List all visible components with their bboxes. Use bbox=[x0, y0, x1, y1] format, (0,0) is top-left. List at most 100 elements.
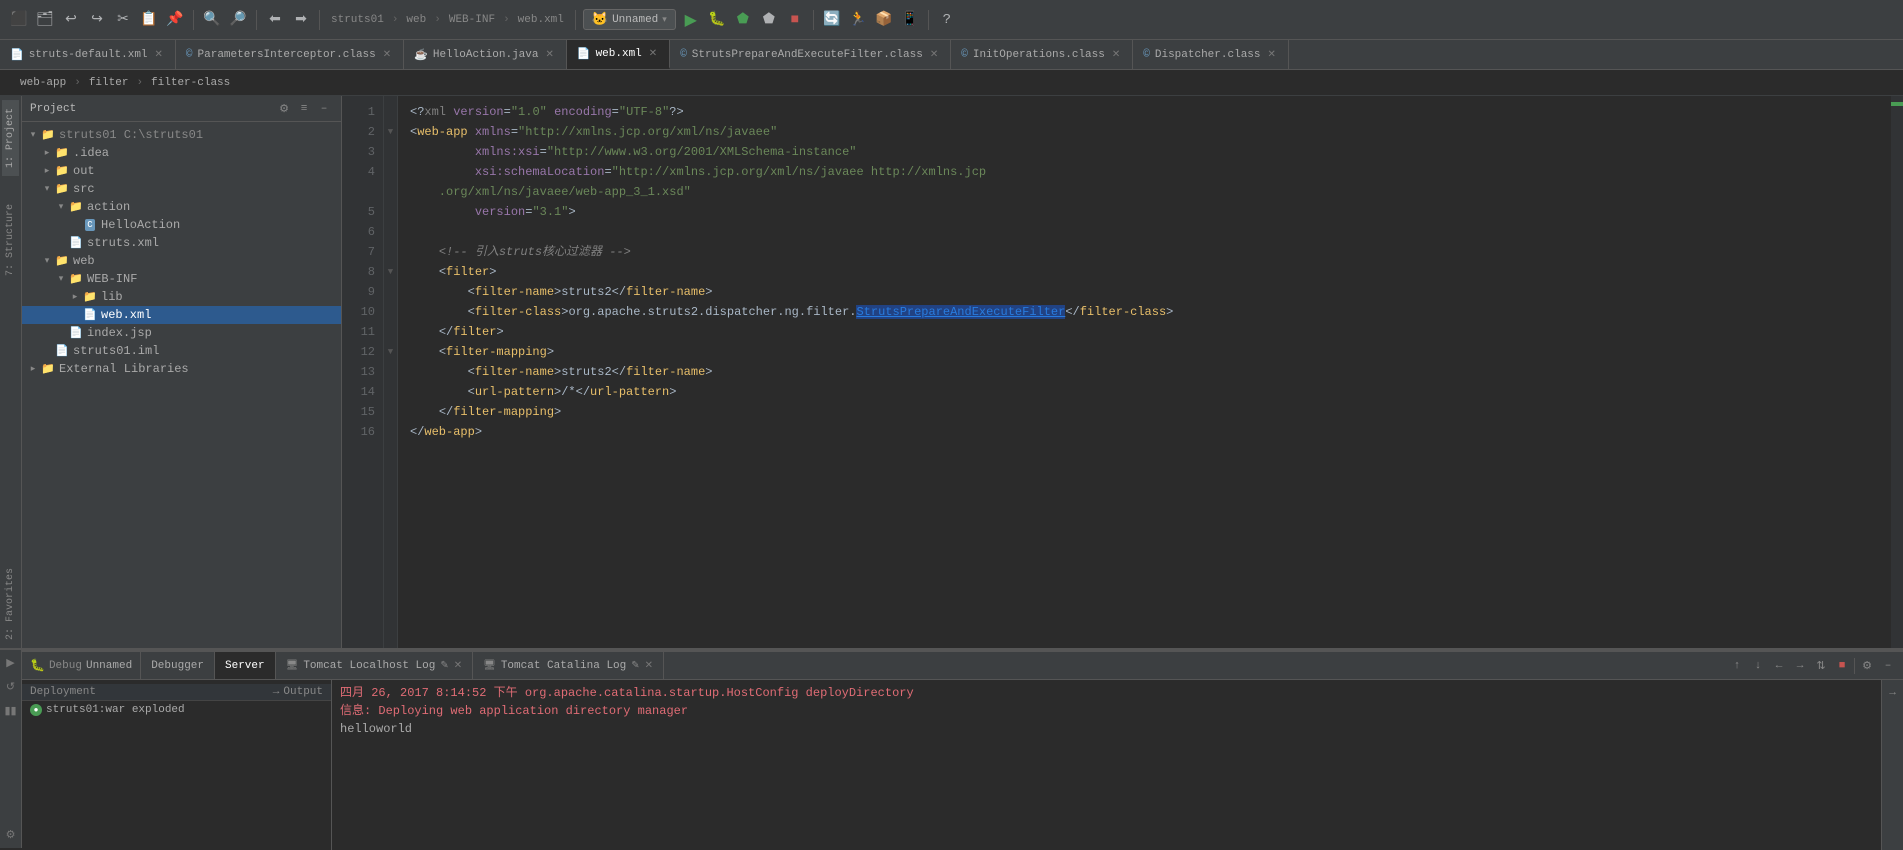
toolbar-icon-4[interactable]: ↪ bbox=[86, 9, 108, 31]
fold-2[interactable]: ▼ bbox=[384, 122, 397, 142]
breadcrumb-webinf[interactable]: WEB-INF bbox=[445, 14, 499, 26]
tab-server[interactable]: Server bbox=[215, 652, 276, 679]
panel-settings-icon[interactable]: ⚙ bbox=[275, 100, 293, 118]
file-tab-4[interactable]: ©StrutsPrepareAndExecuteFilter.class✕ bbox=[670, 40, 951, 69]
up-end-close: > bbox=[669, 385, 676, 399]
stop-bottom-btn[interactable]: ■ bbox=[1833, 657, 1851, 675]
panel-expand-icon[interactable]: ≡ bbox=[295, 100, 313, 118]
tree-item-6[interactable]: 📄struts.xml bbox=[22, 234, 341, 252]
tree-item-3[interactable]: ▾📁src bbox=[22, 180, 341, 198]
file-tab-0[interactable]: 📄struts-default.xml✕ bbox=[0, 40, 176, 69]
structure-tab[interactable]: 7: Structure bbox=[2, 196, 19, 284]
tree-item-0[interactable]: ▾📁struts01 C:\struts01 bbox=[22, 126, 341, 144]
bottom-icon-4[interactable]: ⚙ bbox=[2, 826, 20, 844]
toolbar-icon-7[interactable]: 🏃 bbox=[847, 9, 869, 31]
bottom-icon-3[interactable]: ▮▮ bbox=[2, 702, 20, 720]
toolbar-icon-6[interactable]: 🔄 bbox=[821, 9, 843, 31]
catalina-log-label: Tomcat Catalina Log bbox=[501, 660, 626, 672]
tab-close-2[interactable]: ✕ bbox=[543, 49, 555, 61]
debug-button[interactable]: 🐛 bbox=[706, 9, 728, 31]
tree-item-12[interactable]: 📄struts01.iml bbox=[22, 342, 341, 360]
toolbar-icon-find[interactable]: 🔍 bbox=[201, 9, 223, 31]
toolbar-icon-copy[interactable]: 📋 bbox=[138, 9, 160, 31]
run-config-selector[interactable]: 🐱 Unnamed ▾ bbox=[583, 9, 676, 30]
xml-enc-attr: encoding bbox=[554, 105, 612, 119]
file-tab-3[interactable]: 📄web.xml✕ bbox=[567, 40, 670, 69]
fold-8[interactable]: ▼ bbox=[384, 262, 397, 282]
breadcrumb-item-2[interactable]: filter-class bbox=[143, 75, 238, 91]
file-tab-2[interactable]: ☕HelloAction.java✕ bbox=[404, 40, 567, 69]
panel-close-icon[interactable]: – bbox=[315, 100, 333, 118]
toolbar-icon-cut[interactable]: ✂ bbox=[112, 9, 134, 31]
tab-close-0[interactable]: ✕ bbox=[153, 49, 165, 61]
toolbar-icon-8[interactable]: 📦 bbox=[873, 9, 895, 31]
arrow-right-btn[interactable]: → bbox=[1791, 657, 1809, 675]
tab-close-3[interactable]: ✕ bbox=[647, 48, 659, 60]
tab-close-6[interactable]: ✕ bbox=[1266, 49, 1278, 61]
toolbar-icon-paste[interactable]: 📌 bbox=[164, 9, 186, 31]
toolbar-icon-9[interactable]: 📱 bbox=[899, 9, 921, 31]
tree-item-2[interactable]: ▸📁out bbox=[22, 162, 341, 180]
help-button[interactable]: ? bbox=[936, 9, 958, 31]
tree-label-7: web bbox=[73, 254, 95, 268]
file-tab-5[interactable]: ©InitOperations.class✕ bbox=[951, 40, 1133, 69]
toolbar-icon-1[interactable]: ⬛ bbox=[8, 9, 30, 31]
struts-filter-link[interactable]: StrutsPrepareAndExecuteFilter bbox=[856, 305, 1065, 319]
output-collapse-btn[interactable]: → bbox=[1884, 684, 1902, 702]
bottom-icon-2[interactable]: ↺ bbox=[2, 678, 20, 696]
tree-item-7[interactable]: ▾📁web bbox=[22, 252, 341, 270]
toolbar-icon-fwd[interactable]: ➡ bbox=[290, 9, 312, 31]
arrows-vert-btn[interactable]: ⇅ bbox=[1812, 657, 1830, 675]
favorites-tab[interactable]: 2: Favorites bbox=[2, 560, 19, 648]
fold-15 bbox=[384, 402, 397, 422]
project-tab[interactable]: 1: Project bbox=[2, 100, 19, 176]
tab-close-5[interactable]: ✕ bbox=[1110, 49, 1122, 61]
tab-localhost-log[interactable]: 🖥 Tomcat Localhost Log ✎ ✕ bbox=[276, 652, 474, 679]
ln-1: 1 bbox=[342, 102, 383, 122]
toolbar-icon-3[interactable]: ↩ bbox=[60, 9, 82, 31]
webapp-end-close: > bbox=[475, 425, 482, 439]
tab-catalina-log[interactable]: 🖥 Tomcat Catalina Log ✎ ✕ bbox=[473, 652, 664, 679]
toolbar-icon-find2[interactable]: 🔎 bbox=[227, 9, 249, 31]
tree-item-4[interactable]: ▾📁action bbox=[22, 198, 341, 216]
tree-item-10[interactable]: 📄web.xml bbox=[22, 306, 341, 324]
minimize-bottom-btn[interactable]: – bbox=[1879, 657, 1897, 675]
tree-item-13[interactable]: ▸📁External Libraries bbox=[22, 360, 341, 378]
tab-debugger[interactable]: Debugger bbox=[141, 652, 215, 679]
fold-12[interactable]: ▼ bbox=[384, 342, 397, 362]
settings-bottom-btn[interactable]: ⚙ bbox=[1858, 657, 1876, 675]
run-button[interactable]: ▶ bbox=[680, 9, 702, 31]
run-coverage-button[interactable]: ⬟ bbox=[732, 9, 754, 31]
toolbar-icon-back[interactable]: ⬅ bbox=[264, 9, 286, 31]
file-tab-1[interactable]: ©ParametersInterceptor.class✕ bbox=[176, 40, 404, 69]
toolbar-icon-2[interactable]: 🗂 bbox=[34, 9, 56, 31]
file-tab-6[interactable]: ©Dispatcher.class✕ bbox=[1133, 40, 1289, 69]
panel-actions: ⚙ ≡ – bbox=[275, 100, 333, 118]
breadcrumb-module[interactable]: web bbox=[402, 14, 430, 26]
code-editor[interactable]: 1 2 3 4 5 6 7 8 9 10 11 12 13 14 15 16 bbox=[342, 96, 1903, 648]
fold-1 bbox=[384, 102, 397, 122]
arrow-down-btn[interactable]: ↓ bbox=[1749, 657, 1767, 675]
tree-item-1[interactable]: ▸📁.idea bbox=[22, 144, 341, 162]
breadcrumb-file[interactable]: web.xml bbox=[514, 14, 568, 26]
arrow-up-btn[interactable]: ↑ bbox=[1728, 657, 1746, 675]
catalina-close-icon[interactable]: ✕ bbox=[645, 660, 653, 672]
localhost-close-icon[interactable]: ✕ bbox=[454, 660, 462, 672]
fold-4b bbox=[384, 182, 397, 202]
localhost-log-icon: 🖥 bbox=[286, 660, 299, 672]
tree-item-11[interactable]: 📄index.jsp bbox=[22, 324, 341, 342]
toolbar-icon-5[interactable]: ⬟ bbox=[758, 9, 780, 31]
tab-close-1[interactable]: ✕ bbox=[381, 49, 393, 61]
breadcrumb-project[interactable]: struts01 bbox=[327, 14, 388, 26]
breadcrumb-item-1[interactable]: filter bbox=[81, 75, 137, 91]
bottom-icon-1[interactable]: ▶ bbox=[2, 654, 20, 672]
deployment-item-1[interactable]: ● struts01:war exploded bbox=[22, 701, 331, 719]
arrow-left-btn[interactable]: ← bbox=[1770, 657, 1788, 675]
tree-item-8[interactable]: ▾📁WEB-INF bbox=[22, 270, 341, 288]
tab-close-4[interactable]: ✕ bbox=[928, 49, 940, 61]
breadcrumb-item-0[interactable]: web-app bbox=[12, 75, 74, 91]
code-content[interactable]: <?xml version="1.0" encoding="UTF-8"?> <… bbox=[398, 96, 1891, 648]
tree-item-9[interactable]: ▸📁lib bbox=[22, 288, 341, 306]
tree-item-5[interactable]: CHelloAction bbox=[22, 216, 341, 234]
stop-button[interactable]: ■ bbox=[784, 9, 806, 31]
